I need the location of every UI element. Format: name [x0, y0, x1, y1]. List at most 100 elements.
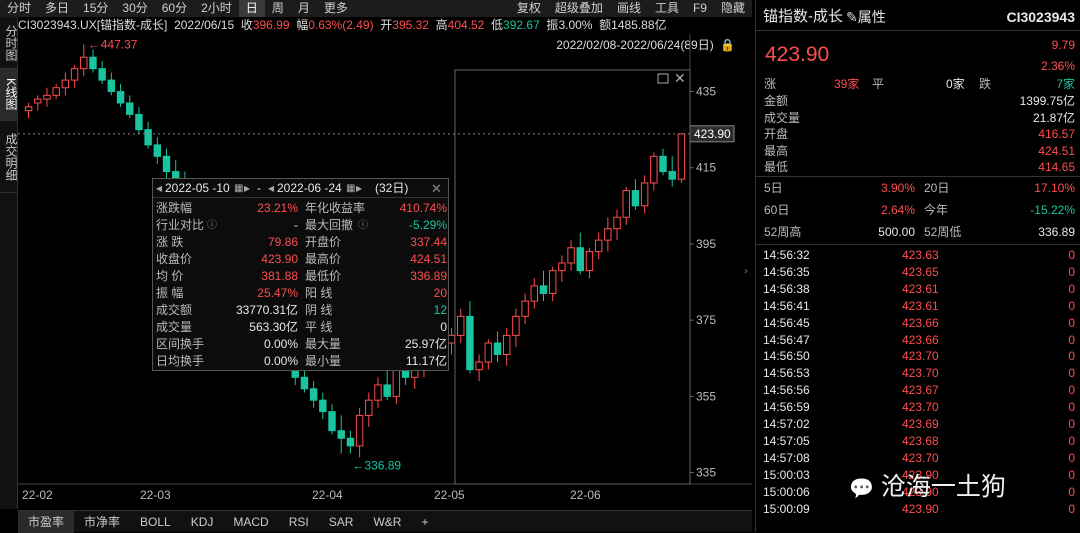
- tick-p: 423.70: [902, 366, 939, 381]
- tick-t: 14:56:47: [763, 332, 810, 347]
- candle-body: [337, 430, 345, 439]
- tick-p: 423.66: [902, 315, 939, 330]
- period-tab-4[interactable]: 60分: [155, 0, 194, 17]
- tick-t: 14:57:05: [763, 433, 810, 448]
- tooltip-row: 日均换手 0.00% 最小量 11.17亿: [153, 353, 450, 370]
- prev-end-icon[interactable]: ◂: [268, 180, 274, 197]
- tooltip-start-date[interactable]: 2022-05 -10: [165, 180, 230, 197]
- prev-start-icon[interactable]: ◂: [156, 180, 162, 197]
- calendar-icon[interactable]: ▦: [234, 180, 243, 197]
- sidebar-tab-0[interactable]: 分时图: [0, 17, 18, 69]
- candle-body: [300, 376, 309, 390]
- indicator-tab-3[interactable]: KDJ: [181, 511, 224, 533]
- tooltip-end-date[interactable]: 2022-06 -24: [277, 180, 342, 197]
- tick-p: 423.70: [902, 400, 939, 415]
- candle-body: [677, 133, 686, 180]
- up-count: 39家: [834, 77, 860, 91]
- x-tick-label: 22-06: [570, 488, 601, 502]
- indicator-bar: 市盈率 市净率 BOLL KDJ MACD RSI SAR W&R +: [18, 510, 752, 533]
- period-tab-2[interactable]: 15分: [76, 0, 115, 17]
- candle-body: [144, 129, 152, 146]
- tick-v: 0: [1068, 400, 1075, 415]
- quote-panel: 锚指数-成长 ✎属性 CI3023943 423.90 9.79 2.36% 涨…: [755, 0, 1080, 532]
- tooltip-row: 涨 跌 79.86 开盘价 337.44: [153, 234, 450, 251]
- candle-body: [126, 102, 134, 115]
- indicator-tab-2[interactable]: BOLL: [130, 511, 181, 533]
- period-tab-8[interactable]: 月: [291, 0, 317, 17]
- indicator-tab-5[interactable]: RSI: [279, 511, 319, 533]
- tool-button-4[interactable]: F9: [686, 0, 714, 17]
- candle-body: [61, 79, 70, 89]
- period-tab-5[interactable]: 2小时: [194, 0, 239, 17]
- stat-label: 金额: [764, 94, 789, 108]
- tool-button-1[interactable]: 超级叠加: [548, 0, 610, 17]
- indicator-tab-8[interactable]: +: [411, 511, 438, 533]
- tool-button-2[interactable]: 画线: [610, 0, 648, 17]
- tick-v: 0: [1068, 450, 1075, 465]
- candle-body: [631, 190, 640, 207]
- candle-body: [475, 361, 483, 371]
- period-label: 52周高: [764, 225, 802, 239]
- tooltip-label: 最高价: [305, 252, 342, 266]
- price-change-pct: 2.36%: [1040, 59, 1075, 73]
- period-tab-7[interactable]: 周: [265, 0, 291, 17]
- indicator-tab-4[interactable]: MACD: [223, 511, 278, 533]
- period-tab-3[interactable]: 30分: [115, 0, 154, 17]
- candle-body: [24, 106, 33, 112]
- period-tab-9[interactable]: 更多: [317, 0, 355, 17]
- stat-value: 414.65: [1038, 160, 1075, 174]
- period-tab-0[interactable]: 分时: [0, 0, 38, 17]
- period-label: 5日: [764, 181, 783, 195]
- period-value: -15.22%: [1030, 203, 1075, 217]
- candle-body: [512, 315, 520, 336]
- period-value: 3.90%: [880, 181, 915, 195]
- tick-row: 14:56:56 423.67 0: [756, 382, 1080, 398]
- tooltip-value: 336.89: [410, 269, 447, 283]
- attribute-link[interactable]: ✎属性: [846, 7, 886, 27]
- period-tab-1[interactable]: 多日: [38, 0, 76, 17]
- range-selection-box[interactable]: [454, 69, 691, 485]
- candle-body: [43, 94, 51, 100]
- tick-v: 0: [1068, 383, 1075, 398]
- close-icon[interactable]: ✕: [431, 180, 442, 197]
- indicator-tab-6[interactable]: SAR: [319, 511, 364, 533]
- candle-body: [539, 285, 548, 294]
- tick-v: 0: [1068, 332, 1075, 347]
- period-tab-6[interactable]: 日: [238, 0, 265, 17]
- tool-button-5[interactable]: 隐藏: [714, 0, 752, 17]
- candle-body: [383, 384, 391, 397]
- calendar-icon[interactable]: ▦: [346, 180, 355, 197]
- tooltip-value: -5.29%: [408, 218, 447, 232]
- tick-t: 14:56:41: [763, 298, 810, 313]
- candle-body: [521, 300, 529, 317]
- next-start-icon[interactable]: ▸: [244, 180, 250, 197]
- period-label: 52周低: [924, 225, 962, 239]
- close-selection-icon[interactable]: ✕: [674, 71, 686, 87]
- sidebar-tab-1[interactable]: K线图: [0, 69, 18, 121]
- indicator-tab-7[interactable]: W&R: [363, 511, 411, 533]
- expand-panel-icon[interactable]: ›: [744, 266, 748, 277]
- current-price-label: 423.90: [694, 127, 731, 141]
- indicator-tab-0[interactable]: 市盈率: [18, 510, 75, 533]
- candle-body: [457, 315, 465, 336]
- stat-label: 最高: [764, 143, 789, 158]
- tick-row: 14:57:08 423.70 0: [756, 450, 1080, 466]
- watermark: 💬 沧海一土狗: [849, 473, 1006, 501]
- stat-label: 开盘: [764, 127, 789, 141]
- indicator-tab-1[interactable]: 市净率: [74, 511, 130, 533]
- sidebar-tab-2[interactable]: 成交明细: [0, 121, 18, 193]
- tooltip-value: 424.51: [410, 252, 447, 266]
- next-end-icon[interactable]: ▸: [356, 180, 362, 197]
- tooltip-row: 振 幅 25.47% 阳 线 20: [153, 285, 450, 302]
- tool-button-0[interactable]: 复权: [510, 0, 548, 17]
- tick-v: 0: [1068, 501, 1075, 516]
- maximize-icon[interactable]: [657, 73, 669, 84]
- tooltip-value: 563.30亿: [249, 320, 298, 334]
- candle-body: [604, 228, 612, 241]
- help-icon[interactable]: ⓘ: [207, 217, 217, 234]
- tool-button-3[interactable]: 工具: [648, 0, 686, 17]
- tick-row: 14:56:47 423.66 0: [756, 332, 1080, 348]
- period-label: 20日: [924, 181, 950, 195]
- help-icon[interactable]: ⓘ: [358, 217, 368, 234]
- candle-body: [659, 155, 667, 173]
